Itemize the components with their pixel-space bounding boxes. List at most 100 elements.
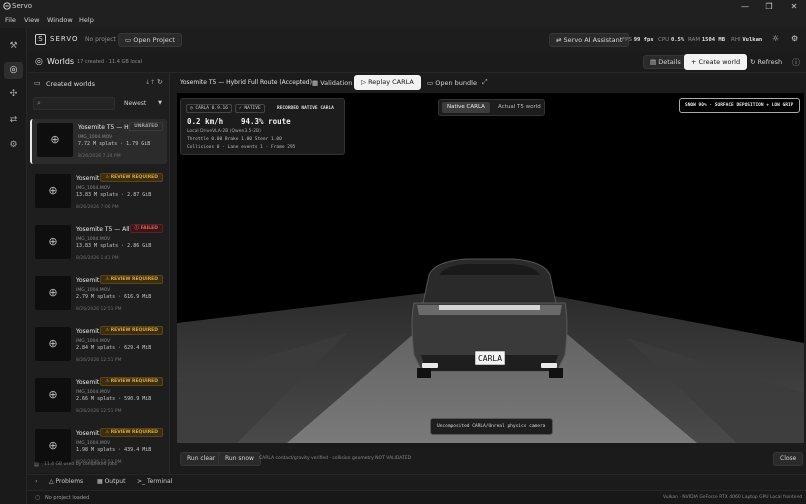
vehicle-icon[interactable]: ⇄: [7, 114, 20, 127]
sidebar-refresh-icon[interactable]: ↻: [157, 78, 163, 86]
world-source-file: IMG_1004.MOV: [76, 237, 111, 242]
world-source-file: IMG_1004.MOV: [76, 390, 111, 395]
close-replay-button[interactable]: Close: [773, 452, 804, 466]
route-progress: 94.3% route: [241, 117, 291, 126]
minimize-button[interactable]: —: [738, 1, 752, 12]
close-window-button[interactable]: ✕: [787, 1, 801, 12]
folder-icon: ▭: [427, 79, 434, 87]
sort-toggle-icon[interactable]: ↓↑: [145, 79, 155, 86]
worlds-globe-icon[interactable]: ◎: [4, 62, 23, 79]
camera-note: Uncomposited CARLA/Unreal physics camera: [430, 418, 553, 435]
tools-icon[interactable]: ⚒: [7, 40, 20, 53]
refresh-button[interactable]: ↻ Refresh: [743, 55, 789, 69]
tab-replay-carla[interactable]: ▷ Replay CARLA: [354, 75, 421, 90]
world-splat-stats: 13.83 M splats · 2.87 GiB: [76, 192, 152, 198]
sort-select[interactable]: Newest ▼: [121, 97, 165, 110]
status-bar: ○ No project loaded Vulkan · NVIDIA GeFo…: [27, 490, 806, 504]
settings-icon[interactable]: ⚙: [791, 34, 798, 43]
storage-summary: 11.4 GB used by completed jobs: [44, 462, 118, 467]
menu-view[interactable]: View: [24, 16, 39, 24]
folder-icon: ▭: [125, 36, 132, 44]
details-button[interactable]: ▤ Details: [643, 55, 688, 69]
storage-icon: ▤: [34, 462, 39, 468]
status-badge: ⚠ REVIEW REQUIRED: [100, 428, 163, 437]
search-input[interactable]: ⌕: [33, 97, 115, 110]
ai-assistant-button[interactable]: ⇄ Servo AI Assistant: [549, 33, 630, 47]
world-globe-icon: ⊕: [35, 378, 71, 412]
world-source-file: IMG_1004.MOV: [76, 186, 111, 191]
title-bar: Servo — ❐ ✕: [0, 0, 806, 13]
world-globe-icon: ⊕: [35, 225, 71, 259]
world-globe-icon: ⊕: [37, 123, 73, 157]
world-card[interactable]: ⊕ Yosemit... IMG_1004.MOV 2.79 M splats · 6…: [30, 272, 167, 317]
folder-icon: ▭: [34, 79, 41, 87]
refresh-icon: ↻: [750, 58, 756, 66]
native-badge: ✓ NATIVE: [235, 104, 265, 113]
status-project: No project loaded: [45, 495, 90, 501]
nodes-icon[interactable]: ✣: [7, 88, 20, 101]
world-date: 8/26/2026 12:51 PM: [76, 307, 122, 312]
validation-note: CARLA contact/gravity verified · collisi…: [259, 456, 412, 461]
menu-help[interactable]: Help: [79, 16, 94, 24]
replay-viewport[interactable]: CARLA ◷ CARLA 0.9.16 ✓ NATIVE RECORDED N…: [177, 93, 804, 443]
menu-window[interactable]: Window: [47, 16, 73, 24]
toggle-native-carla[interactable]: Native CARLA: [442, 102, 490, 113]
toggle-actual-t5-world[interactable]: Actual T5 world: [493, 102, 546, 113]
create-world-button[interactable]: + Create world: [684, 54, 748, 70]
terminal-icon: >_: [137, 478, 147, 485]
run-snow-button[interactable]: Run snow: [218, 452, 261, 466]
tab-open-bundle[interactable]: ▭ Open bundle: [420, 76, 484, 90]
world-date: 8/26/2026 12:51 PM: [76, 358, 122, 363]
view-toggle: Native CARLA Actual T5 world: [438, 99, 545, 116]
activity-rail: ⚒ ◎ ✣ ⇄ ⚙: [0, 28, 27, 504]
app-header: S SERVO No project ▭ Open Project ⇄ Serv…: [27, 28, 806, 52]
ram-stat: RAM 1504 MB: [688, 37, 726, 43]
output-icon: ▦: [97, 478, 105, 485]
info-icon[interactable]: ⓘ: [792, 57, 800, 68]
status-badge: ⚠ REVIEW REQUIRED: [100, 173, 163, 182]
run-clear-button[interactable]: Run clear: [180, 452, 223, 466]
tab-problems[interactable]: △ Problems: [49, 478, 83, 485]
maximize-button[interactable]: ❐: [762, 1, 776, 12]
assistant-swap-icon: ⇄: [556, 36, 562, 44]
worlds-summary: 17 created · 11.4 GB local: [77, 59, 143, 65]
theme-sun-icon[interactable]: ☼: [772, 34, 779, 43]
license-plate: CARLA: [478, 354, 502, 363]
replay-toolbar: Run clear Run snow CARLA contact/gravity…: [177, 449, 804, 469]
world-card[interactable]: ⊕ Yosemite T5 — Hy... IMG_1004.MOV 7.72 M s…: [30, 119, 167, 164]
plus-icon: +: [691, 58, 697, 66]
world-splat-stats: 1.98 M splats · 439.4 MiB: [76, 447, 152, 453]
bottom-panel-tabs: › △ Problems ▦ Output >_ Terminal: [27, 474, 806, 490]
status-badge: ⚠ REVIEW REQUIRED: [100, 275, 163, 284]
event-readout: Collisions 0 · Lane events 1 · Frame 295: [187, 145, 296, 150]
search-icon: ⌕: [37, 99, 41, 107]
open-project-button[interactable]: ▭ Open Project: [118, 33, 182, 47]
world-source-file: IMG_1004.MOV: [76, 288, 111, 293]
cpu-stat: CPU 0.5%: [658, 37, 685, 43]
world-date: 8/26/2026 1:41 PM: [76, 256, 119, 261]
world-date: 8/26/2026 12:51 PM: [76, 409, 122, 414]
world-card[interactable]: ⊕ Yosemit... IMG_1004.MOV 13.83 M splats · …: [30, 170, 167, 215]
tab-validation[interactable]: ▦ Validation: [305, 76, 359, 90]
status-circle-icon: ○: [35, 494, 41, 501]
world-card[interactable]: ⊕ Yosemite T5 — All... IMG_1004.MOV 13.83 M…: [30, 221, 167, 266]
expand-icon[interactable]: ⤢: [482, 78, 488, 87]
status-frontend: Local frontend: [770, 495, 803, 500]
world-card[interactable]: ⊕ Yosemit... IMG_1004.MOV 2.84 M splats · 6…: [30, 323, 167, 368]
world-splat-stats: 13.83 M splats · 2.86 GiB: [76, 243, 152, 249]
status-badge: ⓘ FAILED: [129, 224, 163, 233]
status-badge: ⚠ REVIEW REQUIRED: [100, 326, 163, 335]
menu-file[interactable]: File: [5, 16, 16, 24]
worlds-globe-icon: ◎: [35, 57, 43, 67]
world-card[interactable]: ⊕ Yosemit... IMG_1004.MOV 2.66 M splats · 5…: [30, 374, 167, 419]
page-title: Worlds: [47, 57, 75, 66]
speed-readout: 0.2 km/h: [187, 117, 224, 126]
fps-stat: FPS 99 fps: [622, 37, 654, 43]
world-source-file: IMG_1004.MOV: [78, 135, 113, 140]
chevron-right-icon[interactable]: ›: [35, 478, 37, 485]
world-name: Yosemite T5 — All...: [76, 226, 136, 233]
tab-terminal[interactable]: >_ Terminal: [137, 478, 172, 485]
settings-gear-icon[interactable]: ⚙: [7, 139, 20, 152]
world-splat-stats: 2.84 M splats · 629.4 MiB: [76, 345, 152, 351]
tab-output[interactable]: ▦ Output: [97, 478, 125, 485]
